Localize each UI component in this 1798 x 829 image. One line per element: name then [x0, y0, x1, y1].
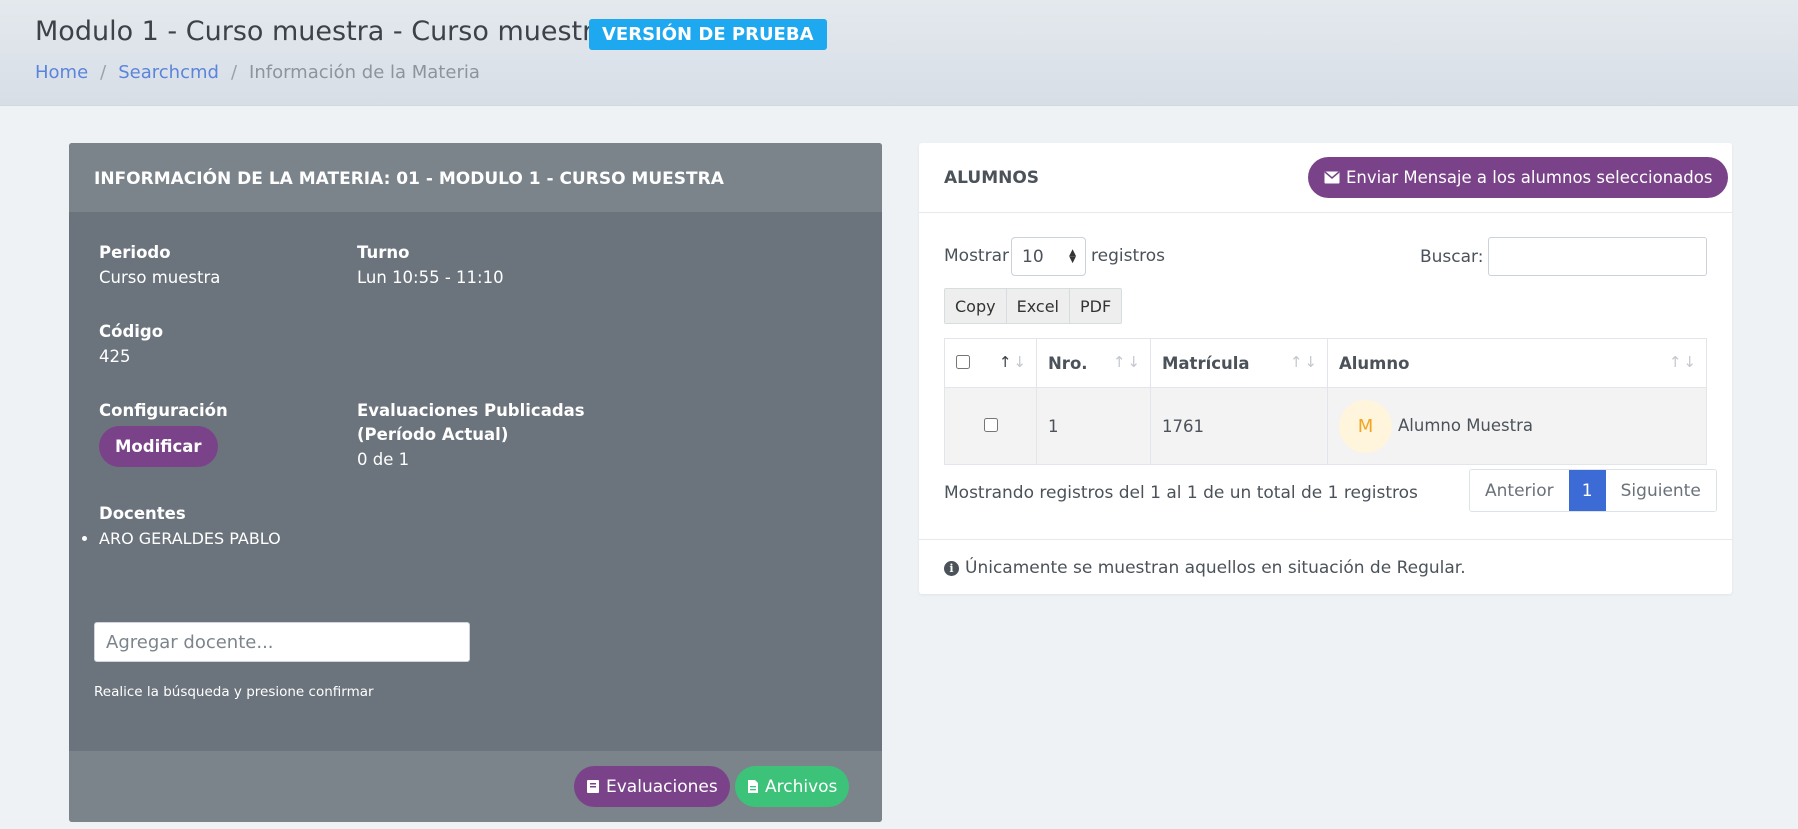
breadcrumb-current: Información de la Materia: [249, 62, 480, 83]
column-alumno-label: Alumno: [1339, 353, 1410, 373]
send-message-label: Enviar Mensaje a los alumnos seleccionad…: [1346, 168, 1713, 187]
copy-button[interactable]: Copy: [945, 289, 1007, 323]
previous-page-button[interactable]: Anterior: [1470, 470, 1569, 511]
send-message-button[interactable]: Enviar Mensaje a los alumnos seleccionad…: [1308, 157, 1729, 198]
add-docente-input[interactable]: [94, 622, 470, 662]
search-input[interactable]: [1488, 237, 1707, 276]
sort-arrows-icon: ↑↓: [1668, 353, 1698, 371]
alumnos-title: ALUMNOS: [944, 168, 1040, 188]
archivos-button-label: Archivos: [765, 776, 838, 797]
evaluaciones-button[interactable]: Evaluaciones: [574, 766, 730, 807]
pagination: Anterior 1 Siguiente: [1469, 469, 1717, 512]
regular-note-text: Únicamente se muestran aquellos en situa…: [965, 558, 1466, 578]
page-length-value: 10: [1022, 247, 1044, 267]
book-icon: [587, 780, 599, 793]
breadcrumb: Home / Searchcmd / Información de la Materia: [35, 62, 480, 83]
turno-value: Lun 10:55 - 11:10: [357, 268, 504, 287]
column-matricula-label: Matrícula: [1162, 353, 1250, 373]
file-icon: [748, 780, 758, 793]
table-row: 1 1761 M Alumno Muestra: [944, 387, 1707, 465]
page-1-button[interactable]: 1: [1568, 470, 1606, 511]
docentes-list: ARO GERALDES PABLO: [69, 529, 281, 548]
alumnos-card-header: ALUMNOS Enviar Mensaje a los alumnos sel…: [919, 143, 1732, 213]
docente-item: ARO GERALDES PABLO: [99, 529, 281, 548]
students-table: ↑↓ Nro. ↑↓ Matrícula ↑↓ Alumno ↑↓ 1 1761…: [944, 338, 1707, 465]
excel-button[interactable]: Excel: [1006, 289, 1070, 323]
evaluaciones-publicadas-label: Evaluaciones Publicadas: [357, 401, 585, 420]
breadcrumb-separator: /: [100, 62, 107, 83]
nro-cell: 1: [1036, 387, 1151, 465]
codigo-label: Código: [99, 322, 164, 341]
search-label: Buscar:: [1420, 247, 1484, 267]
modify-button[interactable]: Modificar: [99, 426, 218, 467]
page-length-select[interactable]: 10 ▲ ▼: [1011, 237, 1086, 276]
periodo-label: Periodo: [99, 243, 171, 262]
row-select-cell: [944, 387, 1037, 465]
select-all-column[interactable]: ↑↓: [944, 338, 1037, 388]
column-nro[interactable]: Nro. ↑↓: [1036, 338, 1151, 388]
next-page-button[interactable]: Siguiente: [1605, 470, 1716, 511]
docentes-label: Docentes: [99, 504, 186, 523]
row-checkbox[interactable]: [983, 417, 998, 432]
page-header: Modulo 1 - Curso muestra - Curso muestra…: [0, 0, 1798, 106]
breadcrumb-home-link[interactable]: Home: [35, 62, 88, 83]
evaluaciones-publicadas-value: 0 de 1: [357, 450, 410, 469]
codigo-value: 425: [99, 347, 131, 366]
breadcrumb-searchcmd-link[interactable]: Searchcmd: [118, 62, 219, 83]
periodo-value: Curso muestra: [99, 268, 221, 287]
info-icon: i: [944, 560, 959, 576]
evaluaciones-button-label: Evaluaciones: [606, 776, 718, 797]
alumno-cell: M Alumno Muestra: [1327, 387, 1707, 465]
records-label: registros: [1091, 246, 1165, 266]
materia-info-heading: INFORMACIÓN DE LA MATERIA: 01 - MODULO 1…: [69, 143, 882, 212]
alumnos-card-footer: i Únicamente se muestran aquellos en sit…: [919, 539, 1732, 594]
pdf-button[interactable]: PDF: [1069, 289, 1122, 323]
breadcrumb-separator: /: [230, 62, 238, 83]
show-label: Mostrar: [944, 246, 1009, 266]
column-nro-label: Nro.: [1048, 353, 1088, 373]
avatar: M: [1339, 399, 1392, 453]
materia-info-card: INFORMACIÓN DE LA MATERIA: 01 - MODULO 1…: [69, 143, 882, 822]
select-all-checkbox[interactable]: [956, 354, 970, 369]
alumnos-card: ALUMNOS Enviar Mensaje a los alumnos sel…: [919, 143, 1732, 594]
select-arrows-icon: ▲ ▼: [1069, 248, 1076, 265]
column-matricula[interactable]: Matrícula ↑↓: [1150, 338, 1328, 388]
regular-note: i Únicamente se muestran aquellos en sit…: [944, 558, 1466, 578]
trial-version-badge: VERSIÓN DE PRUEBA: [589, 19, 827, 50]
table-header-row: ↑↓ Nro. ↑↓ Matrícula ↑↓ Alumno ↑↓: [944, 338, 1707, 388]
column-alumno[interactable]: Alumno ↑↓: [1327, 338, 1707, 388]
export-buttons: Copy Excel PDF: [944, 288, 1123, 324]
sort-arrows-icon: ↑↓: [998, 353, 1028, 371]
archivos-button[interactable]: Archivos: [735, 766, 850, 807]
table-info: Mostrando registros del 1 al 1 de un tot…: [944, 483, 1418, 503]
sort-arrows-icon: ↑↓: [1112, 353, 1142, 371]
page-title: Modulo 1 - Curso muestra - Curso muestra: [35, 16, 610, 47]
configuracion-label: Configuración: [99, 401, 228, 420]
periodo-actual-label: (Período Actual): [357, 425, 509, 444]
search-helper-text: Realice la búsqueda y presione confirmar: [94, 684, 374, 700]
matricula-cell: 1761: [1150, 387, 1328, 465]
alumno-name: Alumno Muestra: [1398, 415, 1534, 435]
envelope-icon: [1324, 171, 1340, 184]
turno-label: Turno: [357, 243, 410, 262]
sort-arrows-icon: ↑↓: [1289, 353, 1319, 371]
